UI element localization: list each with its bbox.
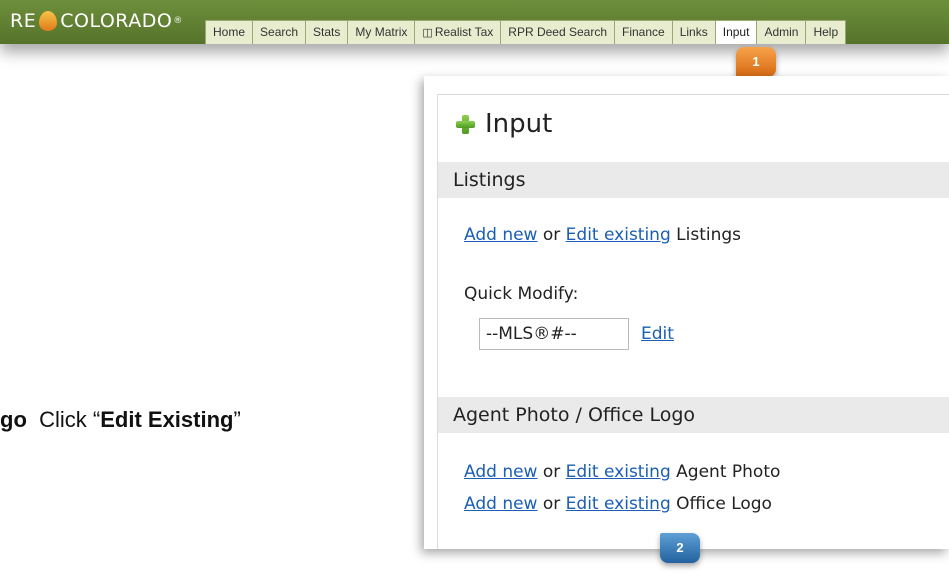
tab-realist-tax[interactable]: ◫ Realist Tax [414, 20, 502, 44]
tab-finance[interactable]: Finance [614, 20, 673, 44]
plus-icon [455, 114, 475, 134]
office-logo-row: Add new or Edit existing Office Logo [464, 494, 772, 514]
instruction-text: go Click “Edit Existing” [0, 407, 241, 433]
add-new-office-logo-link[interactable]: Add new [464, 494, 537, 514]
tab-help[interactable]: Help [805, 20, 847, 44]
instruction-click: Click “ [39, 407, 101, 432]
tab-stats[interactable]: Stats [305, 20, 349, 44]
tab-links[interactable]: Links [671, 20, 716, 44]
flame-icon [39, 11, 58, 31]
mls-number-input[interactable] [479, 318, 629, 350]
edit-existing-agent-photo-link[interactable]: Edit existing [566, 462, 671, 482]
logo-registered-mark: ® [173, 16, 183, 26]
tab-home[interactable]: Home [205, 20, 254, 44]
instruction-target: Edit Existing [100, 407, 234, 432]
recolorado-logo[interactable]: RE COLORADO ® [10, 7, 183, 35]
section-header-listings: Listings [438, 162, 949, 198]
section-header-agent-photo-office-logo: Agent Photo / Office Logo [438, 397, 949, 433]
edit-existing-listing-link[interactable]: Edit existing [566, 225, 671, 245]
add-new-agent-photo-link[interactable]: Add new [464, 462, 537, 482]
page-title: Input [455, 109, 552, 139]
tab-rpr-deed-search[interactable]: RPR Deed Search [500, 20, 616, 44]
tab-input[interactable]: Input [714, 20, 758, 44]
logo-text-re: RE [10, 10, 37, 32]
tab-search[interactable]: Search [252, 20, 307, 44]
instruction-prefix: go [0, 407, 27, 432]
quick-modify-label: Quick Modify: [464, 284, 579, 304]
logo-text-colorado: COLORADO [60, 10, 173, 32]
top-navbar: RE COLORADO ® Home Search Stats My Matri… [0, 0, 949, 44]
callout-badge-2: 2 [660, 533, 700, 563]
input-panel-body: Input Listings Add new or Edit existing … [437, 94, 949, 549]
instruction-close: ” [233, 407, 241, 432]
callout-badge-1: 1 [736, 47, 776, 77]
window-icon: ◫ [422, 27, 433, 39]
nav-tabs: Home Search Stats My Matrix ◫ Realist Tax… [205, 20, 847, 44]
add-new-listing-link[interactable]: Add new [464, 225, 537, 245]
tab-admin[interactable]: Admin [756, 20, 807, 44]
input-panel: Input Listings Add new or Edit existing … [424, 76, 949, 549]
edit-existing-office-logo-link[interactable]: Edit existing [566, 494, 671, 514]
page-title-text: Input [485, 109, 553, 139]
listings-row: Add new or Edit existing Listings [464, 225, 742, 245]
tab-my-matrix[interactable]: My Matrix [347, 20, 416, 44]
quick-modify-edit-link[interactable]: Edit [641, 324, 674, 344]
agent-photo-row: Add new or Edit existing Agent Photo [464, 462, 781, 482]
